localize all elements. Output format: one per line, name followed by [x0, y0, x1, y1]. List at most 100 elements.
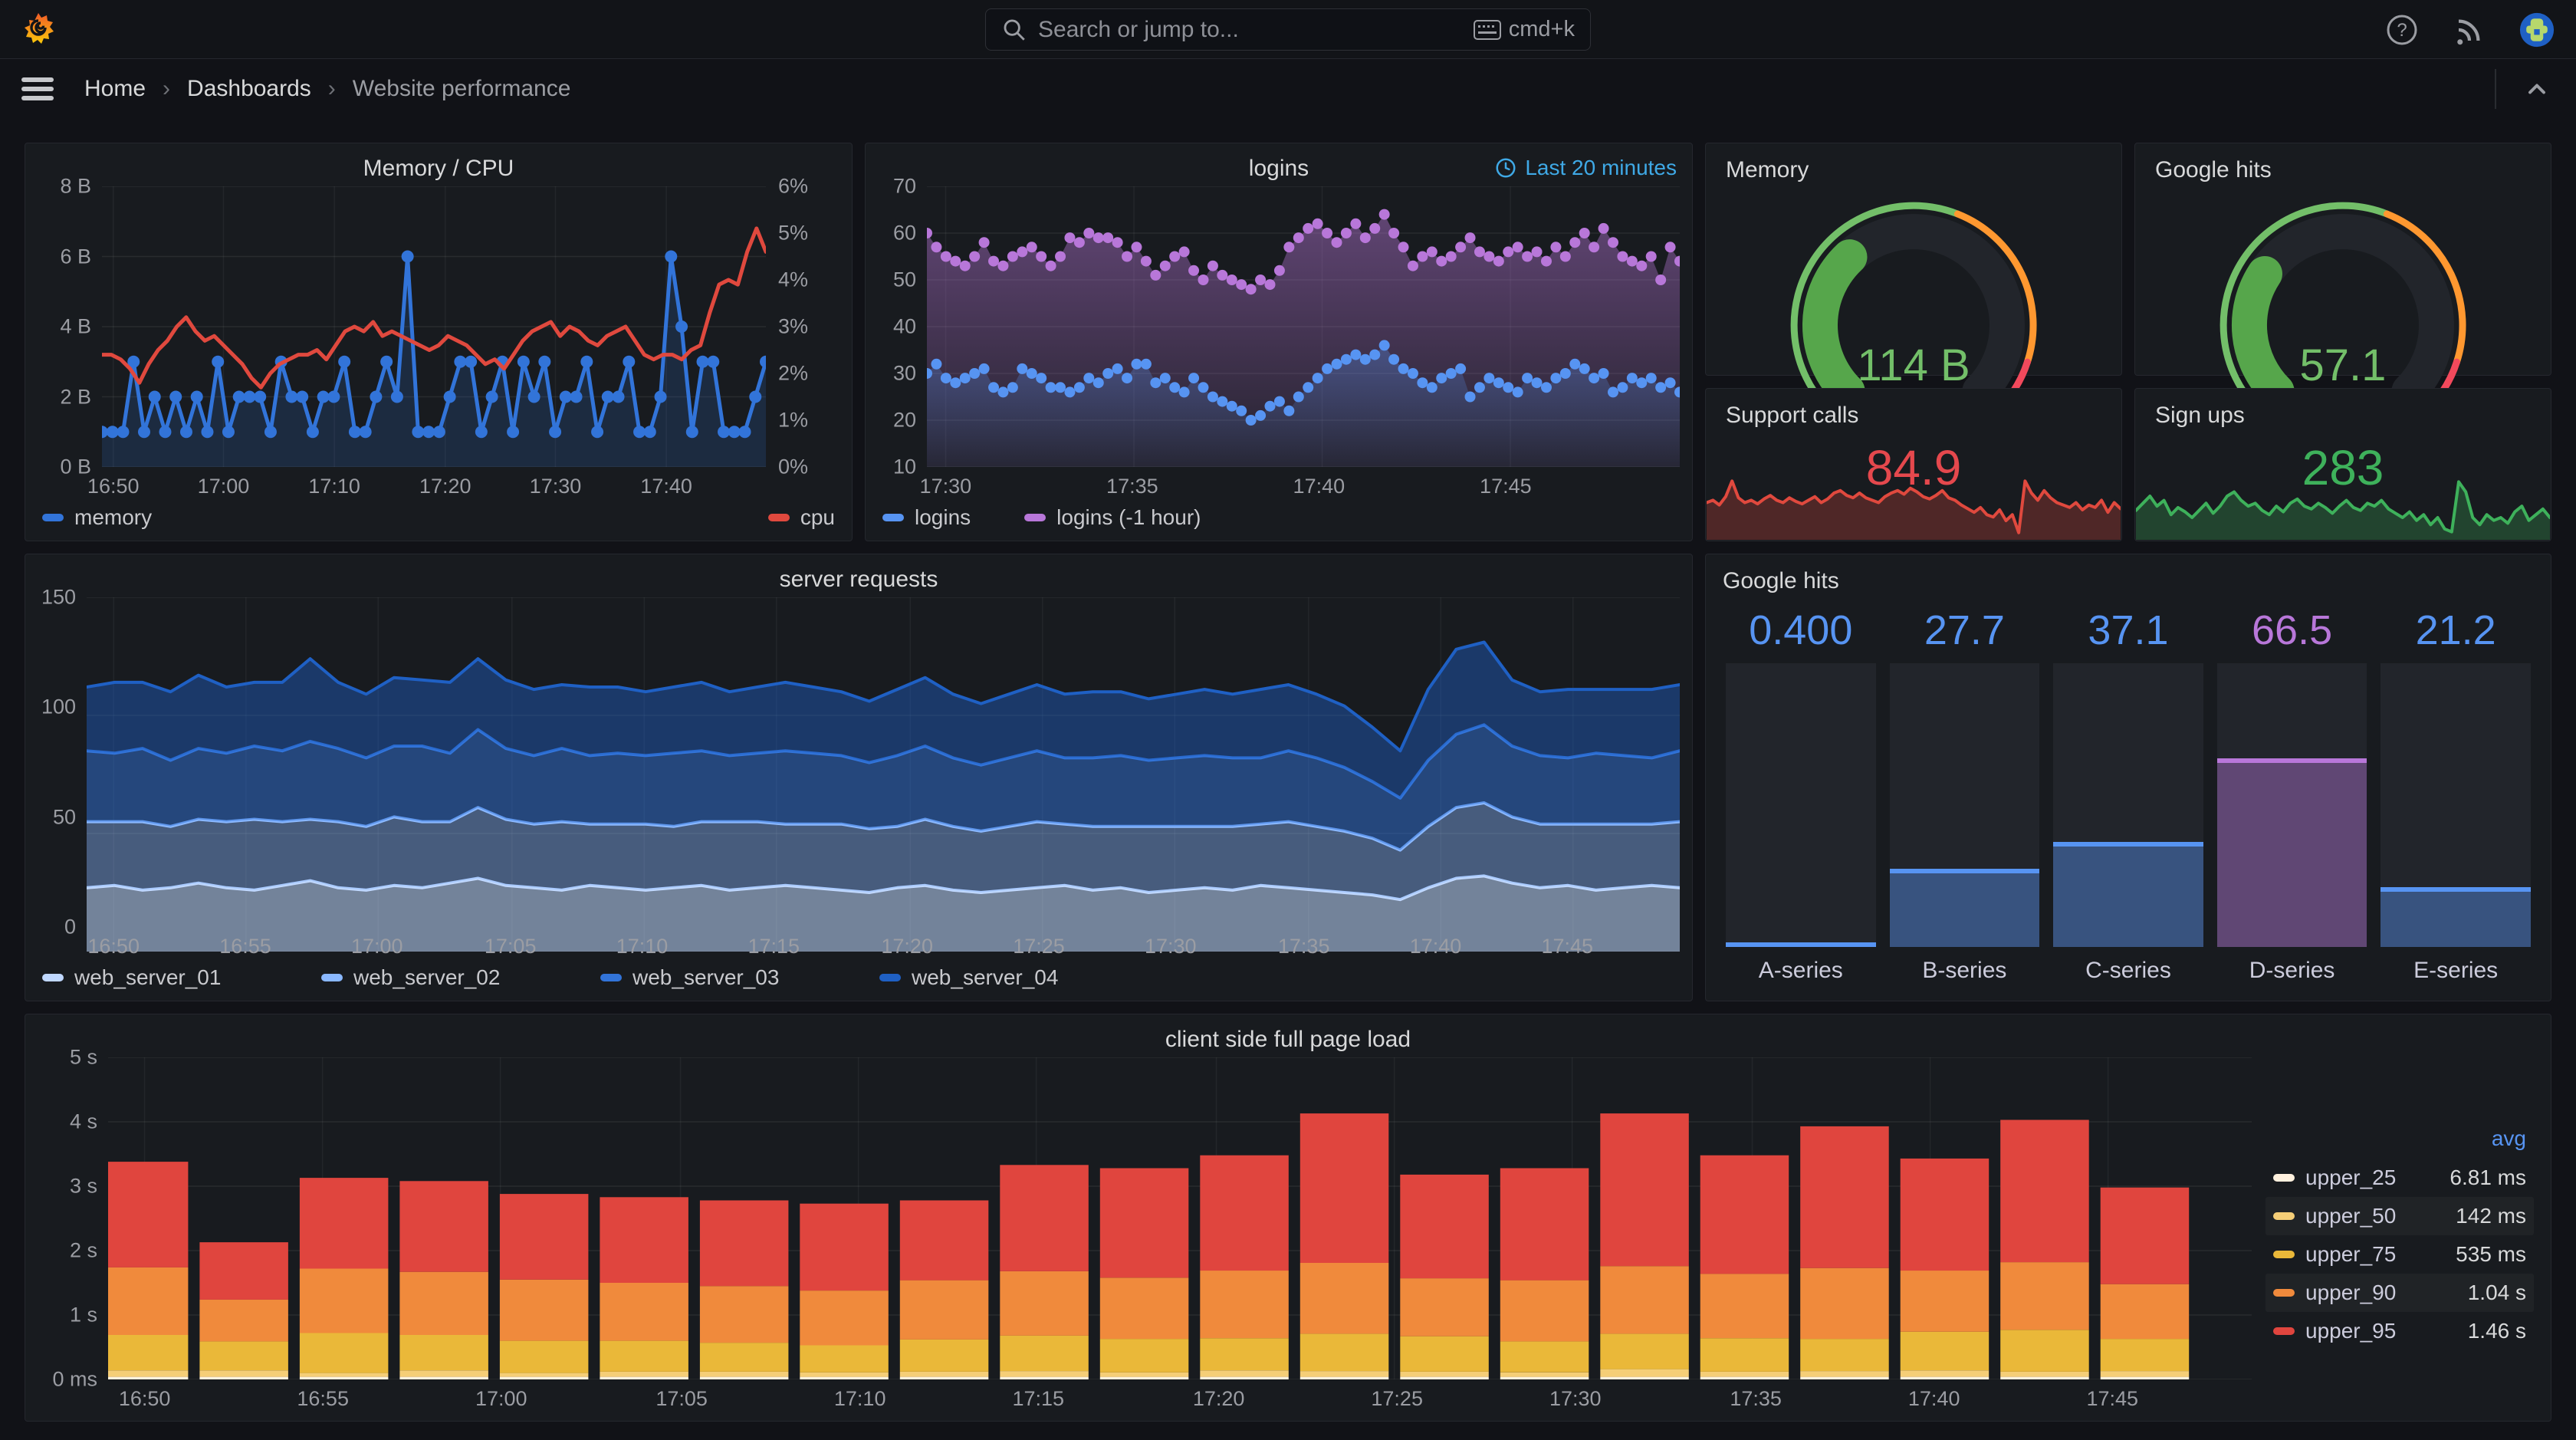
legend-item-memory[interactable]: memory — [42, 505, 152, 530]
shortcut-hint: cmd+k — [1473, 17, 1575, 42]
bar-segment-upper_95 — [399, 1181, 488, 1272]
legend-item-logins-1hour[interactable]: logins (-1 hour) — [1024, 505, 1201, 530]
y-axis-tick: 6 B — [60, 245, 91, 268]
bar-segment-upper_95 — [199, 1242, 288, 1300]
panel-time-range[interactable]: Last 20 minutes — [1494, 156, 1677, 180]
bar-segment-upper_95 — [1200, 1155, 1289, 1271]
bar-segment-upper_90 — [1800, 1267, 1889, 1340]
bar-segment-upper_75 — [600, 1340, 688, 1372]
series-color-swatch — [2273, 1212, 2295, 1220]
legend-item-upper-25[interactable]: upper_25 6.81 ms — [2266, 1159, 2534, 1197]
x-axis-tick: 17:40 — [1293, 475, 1346, 498]
panel-title[interactable]: Memory / CPU — [363, 156, 514, 182]
legend-label: logins — [915, 505, 971, 529]
legend-item-upper-75[interactable]: upper_75 535 ms — [2266, 1235, 2534, 1274]
legend-item-cpu[interactable]: cpu — [767, 505, 835, 530]
bar-segment-upper_90 — [108, 1267, 189, 1335]
legend-item-web_server_02[interactable]: web_server_02 — [321, 965, 600, 990]
legend-item-upper-95[interactable]: upper_95 1.46 s — [2266, 1312, 2534, 1350]
bar-gauge-label: A-series — [1758, 958, 1843, 983]
breadcrumb-dashboards[interactable]: Dashboards — [187, 76, 311, 102]
legend-column-avg[interactable]: avg — [2492, 1126, 2526, 1150]
x-axis-tick: 17:35 — [1106, 475, 1158, 498]
bar-segment-upper_75 — [108, 1335, 189, 1371]
divider — [2495, 68, 2496, 109]
legend-value: 6.81 ms — [2450, 1165, 2526, 1189]
legend-item-web_server_01[interactable]: web_server_01 — [42, 965, 321, 990]
legend-item-logins[interactable]: logins — [882, 505, 971, 530]
bar-segment-upper_95 — [108, 1162, 189, 1267]
legend-item-web_server_03[interactable]: web_server_03 — [600, 965, 879, 990]
bar-segment-upper_90 — [1600, 1266, 1689, 1334]
news-rss-icon[interactable] — [2452, 12, 2487, 48]
series-color-swatch — [42, 514, 64, 521]
x-axis-tick: 17:20 — [419, 475, 472, 498]
x-axis-tick: 17:10 — [833, 1387, 886, 1410]
bar-segment-upper_50 — [299, 1373, 389, 1377]
y-axis-tick: 150 — [41, 585, 76, 609]
series-color-swatch — [2273, 1174, 2295, 1182]
y-axis-tick: 100 — [41, 695, 76, 718]
legend-item-upper-50[interactable]: upper_50 142 ms — [2266, 1197, 2534, 1235]
bar-gauge-label: E-series — [2413, 958, 2499, 983]
gauge-canvas: 114 B — [1790, 202, 2037, 413]
bar-segment-upper_75 — [800, 1345, 889, 1373]
x-axis-tick: 17:00 — [197, 475, 250, 498]
keyboard-icon — [1473, 19, 1501, 40]
panel-title[interactable]: client side full page load — [1165, 1027, 1411, 1053]
bar-gauge-value: 0.400 — [1749, 607, 1853, 653]
x-axis-tick: 17:25 — [1013, 935, 1065, 958]
search-input[interactable]: Search or jump to... cmd+k — [985, 8, 1591, 51]
bar-gauge-item-D-series: 66.5 D-series — [2216, 607, 2367, 987]
server-requests-chart — [87, 597, 1680, 952]
bar-gauge: 0.400 A-series 27.7 B-series 37.1 C-series 66.… — [1718, 594, 2538, 991]
collapse-chevron-up-icon[interactable] — [2519, 71, 2555, 107]
panel-title[interactable]: Google hits — [1718, 562, 2538, 594]
bar-segment-upper_50 — [800, 1372, 889, 1377]
bar-segment-upper_75 — [1200, 1338, 1289, 1371]
panel-title[interactable]: Sign ups — [2150, 396, 2535, 429]
x-axis-tick: 17:05 — [484, 935, 537, 958]
bar-segment-upper_90 — [800, 1290, 889, 1346]
bar-segment-upper_95 — [2000, 1119, 2089, 1263]
help-icon[interactable]: ? — [2384, 12, 2420, 48]
y-axis-tick: 2% — [778, 361, 809, 385]
breadcrumb-home[interactable]: Home — [84, 76, 146, 102]
x-axis-tick: 17:45 — [1480, 475, 1532, 498]
grafana-logo[interactable] — [20, 11, 57, 48]
user-avatar[interactable] — [2519, 12, 2555, 48]
legend-item-web_server_04[interactable]: web_server_04 — [879, 965, 1158, 990]
panel-title[interactable]: Memory — [1721, 151, 2106, 183]
bar-gauge-fill — [2216, 758, 2367, 947]
bar-segment-upper_75 — [1400, 1336, 1489, 1372]
breadcrumb-current: Website performance — [352, 75, 571, 101]
bar-segment-upper_90 — [1900, 1271, 1990, 1332]
panel-title[interactable]: logins — [1249, 156, 1309, 182]
panel-server-requests: server requests 0 50 100 150 16:50 16:55 17:0… — [25, 554, 1693, 1001]
menu-icon[interactable] — [21, 77, 54, 100]
bar-segment-upper_50 — [499, 1373, 589, 1377]
panel-title[interactable]: server requests — [780, 567, 938, 593]
bar-segment-upper_75 — [2100, 1339, 2190, 1372]
chart-canvas — [102, 186, 766, 467]
y-axis-tick: 50 — [892, 268, 916, 291]
x-axis-tick: 17:15 — [748, 935, 800, 958]
legend-label: upper_25 — [2305, 1165, 2397, 1189]
bar-segment-upper_75 — [1099, 1339, 1189, 1373]
panel-title[interactable]: Google hits — [2150, 151, 2535, 183]
logins-chart — [927, 186, 1680, 467]
bar-gauge-fill — [2380, 886, 2531, 947]
legend-item-upper-90[interactable]: upper_90 1.04 s — [2266, 1274, 2534, 1312]
chevron-right-icon: › — [327, 75, 336, 101]
bar-segment-upper_75 — [1600, 1333, 1689, 1369]
panel-title[interactable]: Support calls — [1721, 396, 2106, 429]
bar-gauge-item-B-series: 27.7 B-series — [1889, 607, 2040, 987]
gauge-value: 57.1 — [2300, 340, 2387, 390]
x-axis-tick: 17:40 — [1409, 935, 1462, 958]
series-color-swatch — [882, 514, 904, 521]
x-axis-tick: 16:50 — [87, 475, 140, 498]
bar-gauge-track — [1726, 663, 1876, 947]
x-axis-tick: 17:00 — [351, 935, 403, 958]
bar-segment-upper_90 — [299, 1268, 389, 1333]
bar-segment-upper_50 — [699, 1371, 789, 1377]
